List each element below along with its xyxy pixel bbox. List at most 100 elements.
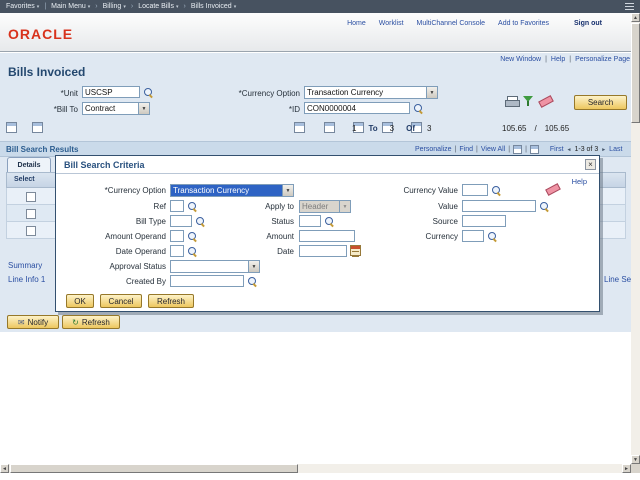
selected-option: Transaction Currency (305, 87, 426, 98)
cancel-button[interactable]: Cancel (100, 294, 142, 308)
id-lookup-icon[interactable] (413, 103, 424, 114)
pager-first-link[interactable]: First (550, 146, 564, 153)
row-checkbox[interactable] (26, 209, 36, 219)
created-by-input[interactable] (170, 275, 244, 287)
value-lookup-icon[interactable] (539, 201, 550, 212)
id-input[interactable] (304, 102, 410, 114)
unit-lookup-icon[interactable] (143, 87, 154, 98)
ref-lookup-icon[interactable] (187, 201, 198, 212)
bill-type-input[interactable] (170, 215, 192, 227)
value-input[interactable] (462, 200, 536, 212)
oracle-logo: ORACLE (8, 26, 73, 42)
currency-label: Currency (386, 232, 458, 241)
status-lookup-icon[interactable] (324, 216, 335, 227)
vertical-scrollbar[interactable]: ▲ ▼ (631, 13, 640, 464)
currency-lookup-icon[interactable] (487, 231, 498, 242)
ref-input[interactable] (170, 200, 184, 212)
scroll-down-icon[interactable]: ▼ (631, 455, 640, 464)
help-link[interactable]: Help (551, 56, 565, 63)
personalize-page-link[interactable]: Personalize Page (575, 56, 630, 63)
nav-menu-icon[interactable] (625, 3, 634, 10)
dialog-currency-option-select[interactable]: Transaction Currency ▼ (170, 184, 294, 197)
printer-icon[interactable] (505, 96, 518, 107)
scroll-left-icon[interactable]: ◄ (0, 464, 9, 473)
horizontal-scrollbar[interactable]: ◄ ► (0, 464, 631, 473)
row-checkbox[interactable] (26, 192, 36, 202)
home-link[interactable]: Home (347, 20, 366, 27)
calendar-icon[interactable] (350, 245, 361, 256)
breadcrumb-item-main-menu[interactable]: Main Menu ▾ (51, 3, 90, 10)
breadcrumb-item-bills-invoiced[interactable]: Bills Invoiced ▾ (191, 3, 236, 10)
row-checkbox[interactable] (26, 226, 36, 236)
download-icon[interactable] (530, 145, 539, 154)
search-button[interactable]: Search (574, 95, 627, 110)
scroll-up-icon[interactable]: ▲ (631, 13, 640, 22)
view-all-link[interactable]: View All (481, 146, 505, 153)
date-input[interactable] (299, 245, 347, 257)
grid-tool-icon[interactable] (32, 122, 43, 133)
grid-action-icon[interactable] (324, 122, 335, 133)
source-input[interactable] (462, 215, 506, 227)
notify-button[interactable]: ✉ Notify (7, 315, 59, 329)
chevron-down-icon[interactable]: ▼ (138, 103, 149, 114)
breadcrumb-label: Billing (103, 3, 122, 10)
refresh-button[interactable]: ↻ Refresh (62, 315, 120, 329)
bill-type-lookup-icon[interactable] (195, 216, 206, 227)
separator: | (545, 56, 547, 63)
chevron-down-icon: ▾ (234, 4, 237, 10)
pager-last-link[interactable]: Last (609, 146, 622, 153)
amount-operand-label: Amount Operand (64, 232, 166, 241)
currency-option-select[interactable]: Transaction Currency ▼ (304, 86, 438, 99)
amount-operand-lookup-icon[interactable] (187, 231, 198, 242)
created-by-lookup-icon[interactable] (247, 276, 258, 287)
chevron-down-icon[interactable]: ▼ (282, 185, 293, 196)
dialog-help-link[interactable]: Help (572, 177, 587, 186)
bill-search-criteria-dialog: Bill Search Criteria × Help *Currency Op… (55, 155, 600, 312)
date-operand-input[interactable] (170, 245, 184, 257)
zoom-icon[interactable] (513, 145, 522, 154)
breadcrumb-item-locate-bills[interactable]: Locate Bills ▾ (138, 3, 178, 10)
header-bar (0, 13, 640, 52)
add-to-favorites-link[interactable]: Add to Favorites (498, 20, 549, 27)
personalize-link[interactable]: Personalize (415, 146, 452, 153)
breadcrumb-item-billing[interactable]: Billing ▾ (103, 3, 126, 10)
ok-button[interactable]: OK (66, 294, 94, 308)
dialog-refresh-button[interactable]: Refresh (148, 294, 194, 308)
horizontal-scroll-thumb[interactable] (10, 464, 298, 473)
grid-action-icon[interactable] (294, 122, 305, 133)
bill-to-select[interactable]: Contract ▼ (82, 102, 150, 115)
pager-prev-icon[interactable]: ◄ (567, 147, 572, 153)
sign-out-link[interactable]: Sign out (574, 20, 602, 27)
breadcrumb-item-favorites[interactable]: Favorites ▾ (6, 3, 39, 10)
approval-status-select[interactable]: ▼ (170, 260, 260, 273)
chevron-down-icon[interactable]: ▼ (248, 261, 259, 272)
grid-tool-icon[interactable] (6, 122, 17, 133)
envelope-icon: ✉ (18, 318, 25, 327)
tab-details[interactable]: Details (7, 157, 51, 172)
line-info-link[interactable]: Line Info 1 (8, 275, 45, 284)
scroll-right-icon[interactable]: ► (622, 464, 631, 473)
pager-next-icon[interactable]: ► (601, 147, 606, 153)
breadcrumb-separator: | (44, 3, 46, 10)
worklist-link[interactable]: Worklist (379, 20, 404, 27)
row-first: 1 (352, 124, 356, 133)
multichannel-console-link[interactable]: MultiChannel Console (417, 20, 485, 27)
close-icon[interactable]: × (585, 159, 596, 170)
unit-input[interactable] (82, 86, 140, 98)
status-input[interactable] (299, 215, 321, 227)
funnel-icon[interactable] (523, 95, 534, 107)
currency-value-lookup-icon[interactable] (491, 185, 502, 196)
vertical-scroll-thumb[interactable] (631, 23, 640, 123)
chevron-down-icon[interactable]: ▼ (426, 87, 437, 98)
summary-link[interactable]: Summary (8, 261, 42, 270)
clear-criteria-icon[interactable] (546, 182, 560, 194)
date-operand-lookup-icon[interactable] (187, 246, 198, 257)
currency-input[interactable] (462, 230, 484, 242)
amount-operand-input[interactable] (170, 230, 184, 242)
amount-input[interactable] (299, 230, 355, 242)
currency-value-input[interactable] (462, 184, 488, 196)
slash: / (534, 124, 536, 133)
find-link[interactable]: Find (459, 146, 473, 153)
new-window-link[interactable]: New Window (500, 56, 541, 63)
eraser-icon[interactable] (539, 94, 553, 106)
